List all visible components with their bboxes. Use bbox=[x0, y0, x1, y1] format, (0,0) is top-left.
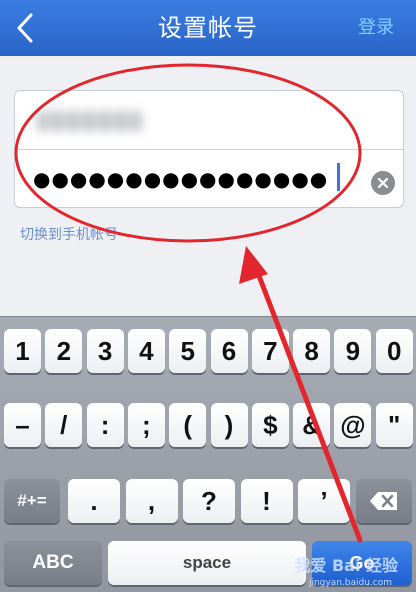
watermark-logo: 我爱 Bai 经验 bbox=[294, 556, 398, 575]
account-field[interactable]: ●●●●●●●●● bbox=[37, 111, 142, 131]
key-2[interactable]: : bbox=[86, 403, 124, 447]
key-2[interactable]: 3 bbox=[86, 329, 124, 373]
key-3[interactable]: 4 bbox=[127, 329, 165, 373]
abc-key[interactable]: ABC bbox=[4, 541, 102, 585]
symbols-toggle-key[interactable]: #+= bbox=[4, 479, 60, 523]
field-divider bbox=[15, 149, 403, 150]
page-title: 设置帐号 bbox=[158, 14, 258, 42]
text-caret bbox=[337, 163, 340, 191]
key-6[interactable]: 7 bbox=[251, 329, 289, 373]
key-2[interactable]: ? bbox=[183, 479, 235, 523]
key-0[interactable]: 1 bbox=[4, 329, 41, 373]
keyboard: 1234567890 – /:;() $ & @ " #+= .,?!’ ABC spac… bbox=[0, 316, 416, 592]
key-0[interactable]: . bbox=[68, 479, 120, 523]
watermark-url: jingyan.baidu.com bbox=[308, 578, 392, 588]
annotation-arrow-head bbox=[239, 246, 268, 284]
key-5[interactable]: ) bbox=[210, 403, 248, 447]
key-8[interactable]: @ bbox=[334, 403, 372, 447]
key-9[interactable]: " bbox=[375, 403, 413, 447]
key-4[interactable]: ( bbox=[169, 403, 207, 447]
key-8[interactable]: 9 bbox=[334, 329, 372, 373]
key-9[interactable]: 0 bbox=[375, 329, 413, 373]
clear-circle-icon bbox=[377, 177, 389, 189]
backspace-key[interactable] bbox=[356, 479, 412, 523]
key-5[interactable]: 6 bbox=[210, 329, 248, 373]
key-7[interactable]: & bbox=[293, 403, 331, 447]
switch-to-phone-account-link[interactable]: 切换到手机帐号 bbox=[20, 224, 118, 244]
key-1[interactable]: , bbox=[125, 479, 178, 523]
clear-password-button[interactable] bbox=[371, 171, 395, 195]
key-1[interactable]: / bbox=[45, 403, 83, 447]
key-4[interactable]: 5 bbox=[169, 329, 207, 373]
key-7[interactable]: 8 bbox=[293, 329, 331, 373]
key-0[interactable]: – bbox=[4, 403, 41, 447]
key-3[interactable]: ; bbox=[127, 403, 165, 447]
key-4[interactable]: ’ bbox=[298, 479, 350, 523]
backspace-icon bbox=[370, 492, 397, 510]
login-button[interactable]: 登录 bbox=[358, 14, 394, 42]
account-form: ●●●●●●●●● bbox=[14, 90, 404, 208]
key-1[interactable]: 2 bbox=[45, 329, 83, 373]
nav-bar: 设置帐号 登录 bbox=[0, 0, 416, 56]
key-3[interactable]: ! bbox=[240, 479, 293, 523]
password-field[interactable] bbox=[33, 161, 343, 197]
space-key[interactable]: space bbox=[108, 541, 306, 585]
key-6[interactable]: $ bbox=[251, 403, 289, 447]
